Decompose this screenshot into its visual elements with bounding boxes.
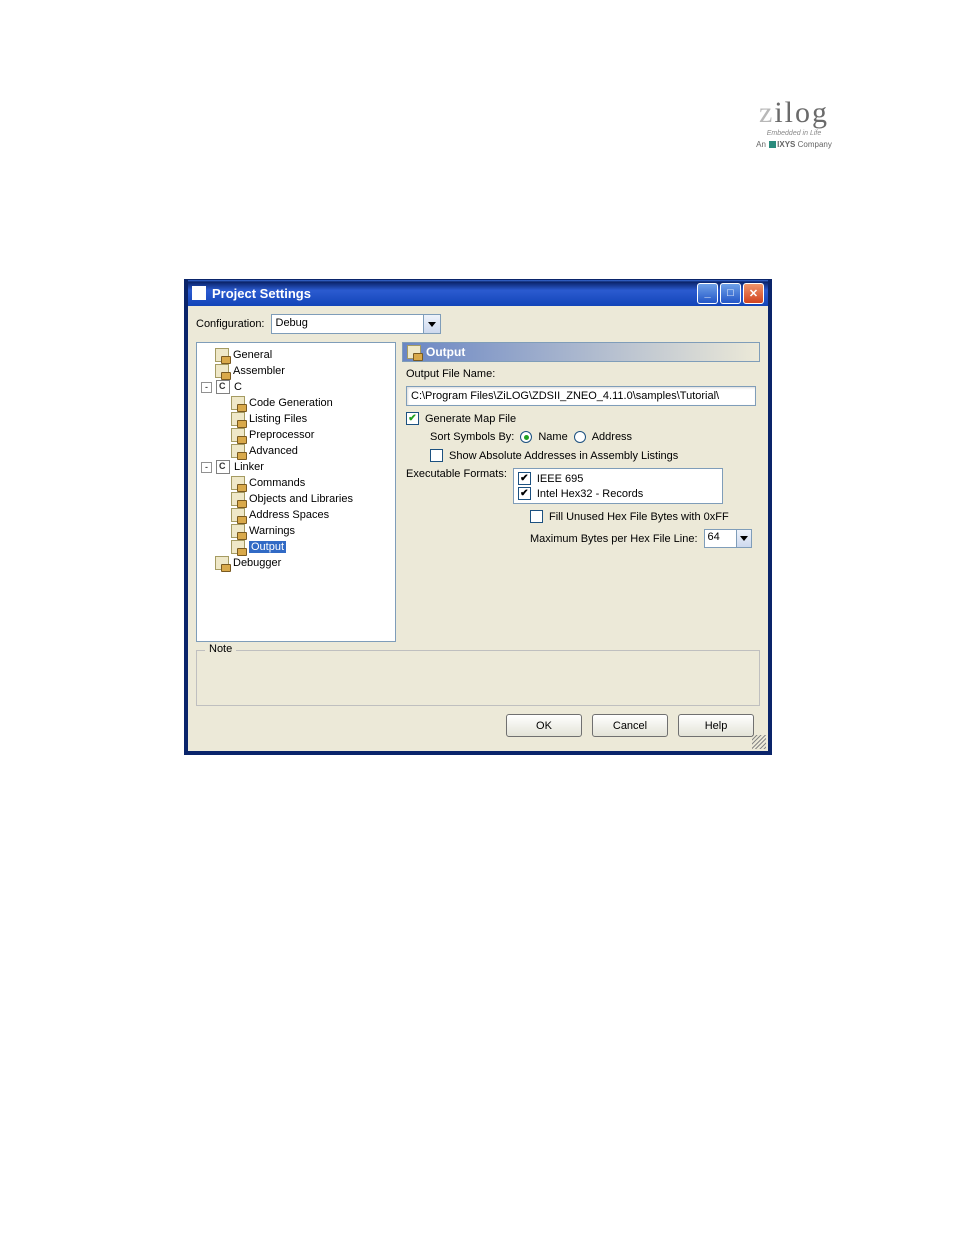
exec-formats-listbox[interactable]: ✔ IEEE 695 ✔ Intel Hex32 - Records — [513, 468, 723, 504]
help-button[interactable]: Help — [678, 714, 754, 737]
tree-item-advanced[interactable]: Advanced — [199, 443, 393, 459]
brand-logo: zilog Embedded in Life An IXYS Company — [734, 96, 854, 149]
note-group: Note — [196, 650, 760, 706]
page-icon — [407, 345, 421, 359]
note-legend: Note — [205, 643, 236, 655]
page-icon — [231, 492, 245, 506]
max-bytes-select[interactable]: 64 — [704, 529, 752, 548]
tree-item-addrspaces[interactable]: Address Spaces — [199, 507, 393, 523]
tree-item-assembler[interactable]: Assembler — [199, 363, 393, 379]
project-settings-dialog: Project Settings _ □ ✕ Configuration: De… — [185, 280, 771, 754]
cancel-button[interactable]: Cancel — [592, 714, 668, 737]
page-icon — [215, 348, 229, 362]
folder-icon — [216, 380, 230, 394]
page-icon — [231, 508, 245, 522]
configuration-label: Configuration: — [196, 318, 265, 330]
page-icon — [231, 444, 245, 458]
sort-symbols-label: Sort Symbols By: — [430, 431, 514, 443]
output-panel: Output Output File Name: ✔ Generate Map … — [402, 342, 760, 642]
tree-item-preproc[interactable]: Preprocessor — [199, 427, 393, 443]
window-icon — [192, 286, 206, 300]
page-icon — [231, 428, 245, 442]
check-icon — [530, 510, 543, 523]
collapse-icon[interactable]: - — [201, 382, 212, 393]
intelhex32-checkbox[interactable]: ✔ Intel Hex32 - Records — [518, 486, 718, 501]
tree-item-objlib[interactable]: Objects and Libraries — [199, 491, 393, 507]
generate-map-checkbox[interactable]: ✔ Generate Map File — [406, 412, 756, 425]
check-icon: ✔ — [406, 412, 419, 425]
check-icon — [430, 449, 443, 462]
logo-text: zilog — [734, 96, 854, 130]
ixys-icon — [769, 141, 776, 148]
minimize-button[interactable]: _ — [697, 283, 718, 304]
logo-tagline: Embedded in Life — [734, 130, 854, 137]
section-title: Output — [426, 345, 465, 359]
logo-company: An IXYS Company — [734, 140, 854, 149]
tree-item-warnings[interactable]: Warnings — [199, 523, 393, 539]
output-file-input[interactable] — [406, 386, 756, 406]
page-icon — [215, 364, 229, 378]
check-icon: ✔ — [518, 472, 531, 485]
tree-item-debugger[interactable]: Debugger — [199, 555, 393, 571]
section-header: Output — [402, 342, 760, 362]
ieee695-checkbox[interactable]: ✔ IEEE 695 — [518, 471, 718, 486]
sort-name-radio[interactable] — [520, 431, 532, 443]
tree-item-codegen[interactable]: Code Generation — [199, 395, 393, 411]
chevron-down-icon[interactable] — [423, 315, 440, 333]
page-icon — [231, 524, 245, 538]
page-icon — [215, 556, 229, 570]
tree-item-output[interactable]: Output — [199, 539, 393, 555]
folder-icon — [216, 460, 230, 474]
tree-item-commands[interactable]: Commands — [199, 475, 393, 491]
close-button[interactable]: ✕ — [743, 283, 764, 304]
page-icon — [231, 476, 245, 490]
settings-tree[interactable]: General Assembler - C Code Generation — [196, 342, 396, 642]
exec-formats-label: Executable Formats: — [406, 468, 507, 480]
tree-item-linker[interactable]: - Linker — [199, 459, 393, 475]
configuration-value: Debug — [272, 315, 423, 333]
tree-item-general[interactable]: General — [199, 347, 393, 363]
max-bytes-label: Maximum Bytes per Hex File Line: — [530, 533, 698, 545]
output-file-label: Output File Name: — [406, 368, 756, 380]
sort-address-radio[interactable] — [574, 431, 586, 443]
page-icon — [231, 412, 245, 426]
configuration-select[interactable]: Debug — [271, 314, 441, 334]
chevron-down-icon[interactable] — [736, 530, 751, 547]
maximize-button[interactable]: □ — [720, 283, 741, 304]
ok-button[interactable]: OK — [506, 714, 582, 737]
tree-item-listing[interactable]: Listing Files — [199, 411, 393, 427]
fill-ff-checkbox[interactable]: Fill Unused Hex File Bytes with 0xFF — [406, 510, 756, 523]
resize-grip-icon[interactable] — [752, 735, 766, 749]
tree-item-c[interactable]: - C — [199, 379, 393, 395]
show-absolute-checkbox[interactable]: Show Absolute Addresses in Assembly List… — [406, 449, 756, 462]
page-icon — [231, 540, 245, 554]
window-title: Project Settings — [212, 286, 311, 301]
titlebar[interactable]: Project Settings _ □ ✕ — [188, 280, 768, 306]
check-icon: ✔ — [518, 487, 531, 500]
page-icon — [231, 396, 245, 410]
collapse-icon[interactable]: - — [201, 462, 212, 473]
